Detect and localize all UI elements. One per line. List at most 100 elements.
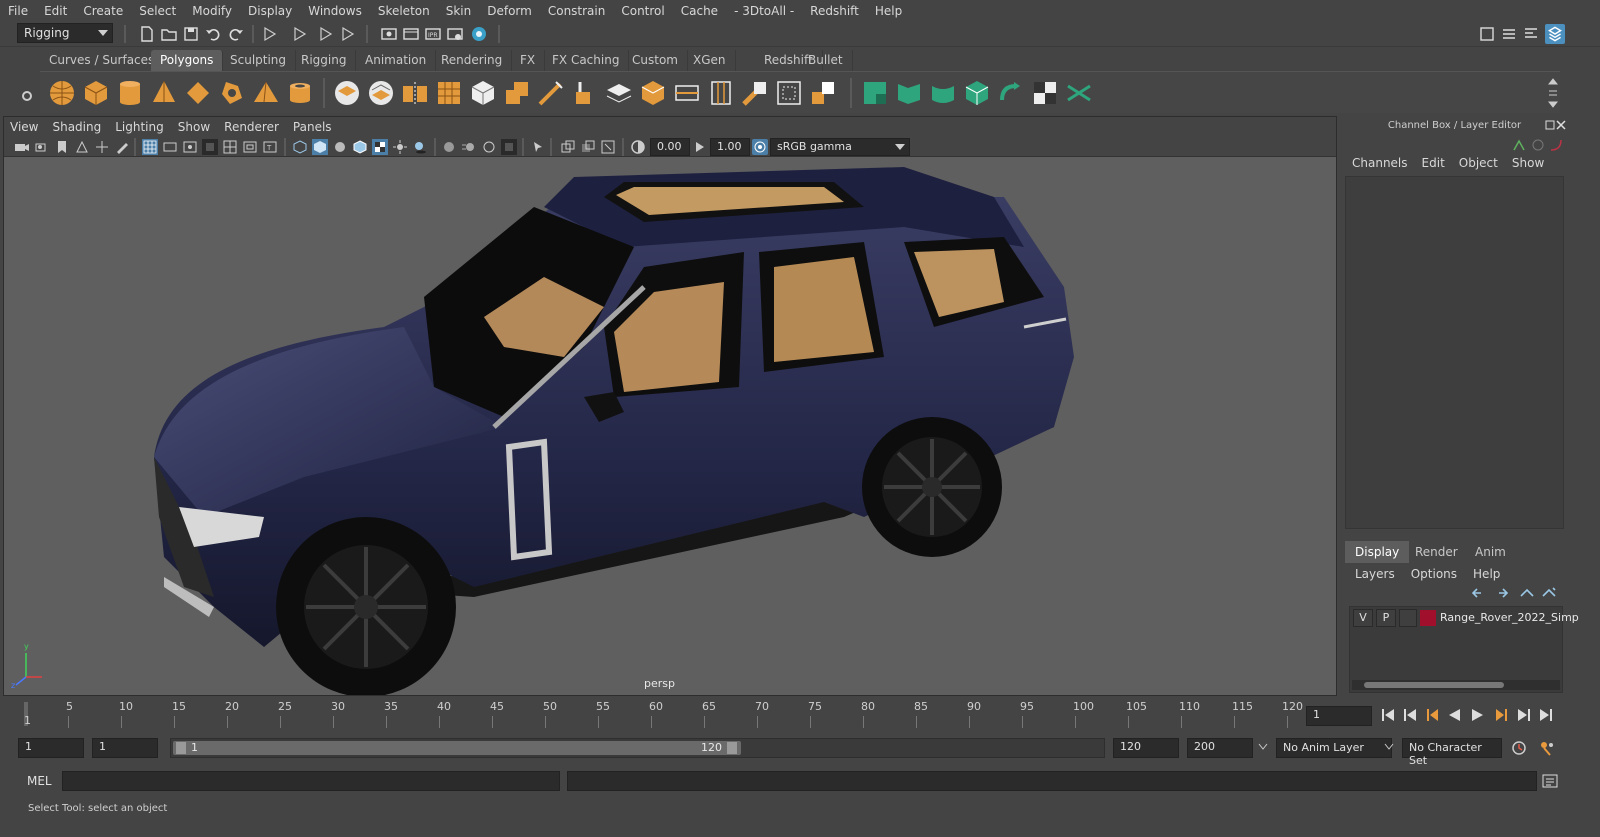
color-management-icon[interactable] xyxy=(752,139,768,155)
scene-render[interactable]: y z xyxy=(4,157,1336,695)
menu-redshift[interactable]: Redshift xyxy=(810,4,859,18)
fill-hole-icon[interactable] xyxy=(774,78,804,108)
tab-render[interactable]: Render xyxy=(1405,541,1468,563)
layer-row[interactable]: V P Range_Rover_2022_Simp xyxy=(1350,607,1579,629)
menu-deform[interactable]: Deform xyxy=(487,4,532,18)
xray-active-components-icon[interactable] xyxy=(580,139,596,155)
menu-windows[interactable]: Windows xyxy=(308,4,362,18)
layer-name[interactable]: Range_Rover_2022_Simp xyxy=(1440,611,1579,624)
wireframe-on-shaded-icon[interactable] xyxy=(352,139,368,155)
viewport-menu-view[interactable]: View xyxy=(10,120,38,134)
viewport-menu-shading[interactable]: Shading xyxy=(52,120,101,134)
current-frame-field[interactable]: 1 xyxy=(1306,706,1372,726)
gamma-icon[interactable] xyxy=(692,139,708,155)
poly-disc-icon[interactable] xyxy=(285,78,315,108)
shelf-scroll-icon[interactable] xyxy=(1548,76,1558,110)
gamma-field[interactable]: 1.00 xyxy=(710,138,750,156)
help-menu[interactable]: Help xyxy=(1473,567,1500,581)
step-back-key-icon[interactable] xyxy=(1404,709,1416,721)
unfold-icon[interactable] xyxy=(996,78,1026,108)
anim-layer-dropdown[interactable]: No Anim Layer xyxy=(1276,738,1392,758)
tab-fx[interactable]: FX xyxy=(511,50,546,71)
tab-anim[interactable]: Anim xyxy=(1465,541,1516,563)
isolate-select-icon[interactable] xyxy=(530,139,546,155)
render-settings-icon[interactable] xyxy=(446,25,464,43)
float-panel-icon[interactable] xyxy=(1545,120,1555,130)
chevron-down-icon[interactable] xyxy=(1384,743,1394,751)
move-layer-down-icon[interactable] xyxy=(1493,586,1509,600)
bridge-icon[interactable] xyxy=(604,78,634,108)
2d-pan-zoom-icon[interactable] xyxy=(94,139,110,155)
layout-uv-icon[interactable] xyxy=(1064,78,1094,108)
perspective-viewport[interactable]: View Shading Lighting Show Renderer Pane… xyxy=(3,116,1337,696)
step-forward-key-icon[interactable] xyxy=(1518,709,1530,721)
undo-icon[interactable] xyxy=(204,25,222,43)
tab-animation[interactable]: Animation xyxy=(356,50,437,71)
menu-control[interactable]: Control xyxy=(621,4,664,18)
boolean-icon[interactable] xyxy=(502,78,532,108)
viewport-menu-panels[interactable]: Panels xyxy=(293,120,332,134)
tab-rigging[interactable]: Rigging xyxy=(292,50,357,71)
open-scene-icon[interactable] xyxy=(160,25,178,43)
play-forwards-icon[interactable] xyxy=(1472,709,1483,721)
step-back-frame-icon[interactable] xyxy=(1427,709,1438,721)
snap-icon[interactable] xyxy=(340,25,358,43)
bookmark-icon[interactable] xyxy=(54,139,70,155)
xray-icon[interactable] xyxy=(560,139,576,155)
scene-start-field[interactable]: 1 xyxy=(18,738,84,758)
menu-3dtoall[interactable]: - 3DtoAll - xyxy=(734,4,794,18)
screen-space-ao-icon[interactable] xyxy=(441,139,457,155)
hypershade-icon[interactable] xyxy=(470,25,488,43)
tab-bullet[interactable]: Bullet xyxy=(799,50,853,71)
separate-icon[interactable] xyxy=(366,78,396,108)
new-layer-selected-icon[interactable] xyxy=(1541,586,1557,600)
menu-help[interactable]: Help xyxy=(875,4,902,18)
range-handle-start[interactable] xyxy=(176,742,186,754)
smooth-icon[interactable] xyxy=(434,78,464,108)
motion-blur-icon[interactable] xyxy=(461,139,477,155)
viewport-menu-renderer[interactable]: Renderer xyxy=(224,120,279,134)
script-language-label[interactable]: MEL xyxy=(27,774,52,788)
range-slider-fill[interactable]: 1 120 xyxy=(173,741,741,755)
time-slider[interactable]: 1 5 10 15 20 25 30 35 40 45 50 55 60 65 … xyxy=(18,698,1303,730)
tab-custom[interactable]: Custom xyxy=(623,50,688,71)
xray-joints-icon[interactable] xyxy=(600,139,616,155)
viewport-menu-show[interactable]: Show xyxy=(178,120,210,134)
redo-icon[interactable] xyxy=(227,25,245,43)
layer-color-swatch[interactable] xyxy=(1420,610,1436,626)
play-backwards-icon[interactable] xyxy=(1449,709,1460,721)
poly-pipe-icon[interactable] xyxy=(217,78,247,108)
range-rover-model[interactable] xyxy=(154,167,1074,695)
planar-map-icon[interactable] xyxy=(894,78,924,108)
scene-end-field[interactable]: 200 xyxy=(1187,738,1253,758)
viewport-menu-lighting[interactable]: Lighting xyxy=(115,120,164,134)
cylindrical-map-icon[interactable] xyxy=(928,78,958,108)
image-plane-icon[interactable] xyxy=(74,139,90,155)
automatic-map-icon[interactable] xyxy=(962,78,992,108)
chevron-down-icon[interactable] xyxy=(1258,743,1268,751)
mirror-icon[interactable] xyxy=(400,78,430,108)
poly-cylinder-icon[interactable] xyxy=(115,78,145,108)
modeling-toolkit-icon[interactable] xyxy=(1478,25,1496,43)
select-component-icon[interactable] xyxy=(318,25,336,43)
object-menu[interactable]: Object xyxy=(1459,156,1498,176)
bevel-icon[interactable] xyxy=(638,78,668,108)
tab-rendering[interactable]: Rendering xyxy=(432,50,513,71)
menu-skin[interactable]: Skin xyxy=(446,4,472,18)
channel-list[interactable] xyxy=(1345,176,1564,529)
grid-icon[interactable] xyxy=(142,139,158,155)
save-scene-icon[interactable] xyxy=(182,25,200,43)
go-to-end-icon[interactable] xyxy=(1540,709,1552,721)
poly-cube-icon[interactable] xyxy=(81,78,111,108)
command-input[interactable] xyxy=(62,771,560,791)
gate-mask-icon[interactable] xyxy=(202,139,218,155)
speed-icon[interactable] xyxy=(1531,138,1545,152)
exposure-icon[interactable] xyxy=(630,139,646,155)
tab-curves-surfaces[interactable]: Curves / Surfaces xyxy=(40,50,165,71)
character-set-dropdown[interactable]: No Character Set xyxy=(1402,738,1502,767)
smooth-shade-icon[interactable] xyxy=(312,139,328,155)
go-to-start-icon[interactable] xyxy=(1382,709,1394,721)
attribute-editor-icon[interactable] xyxy=(1500,25,1518,43)
options-menu[interactable]: Options xyxy=(1411,567,1457,581)
poly-torus-icon[interactable] xyxy=(183,78,213,108)
